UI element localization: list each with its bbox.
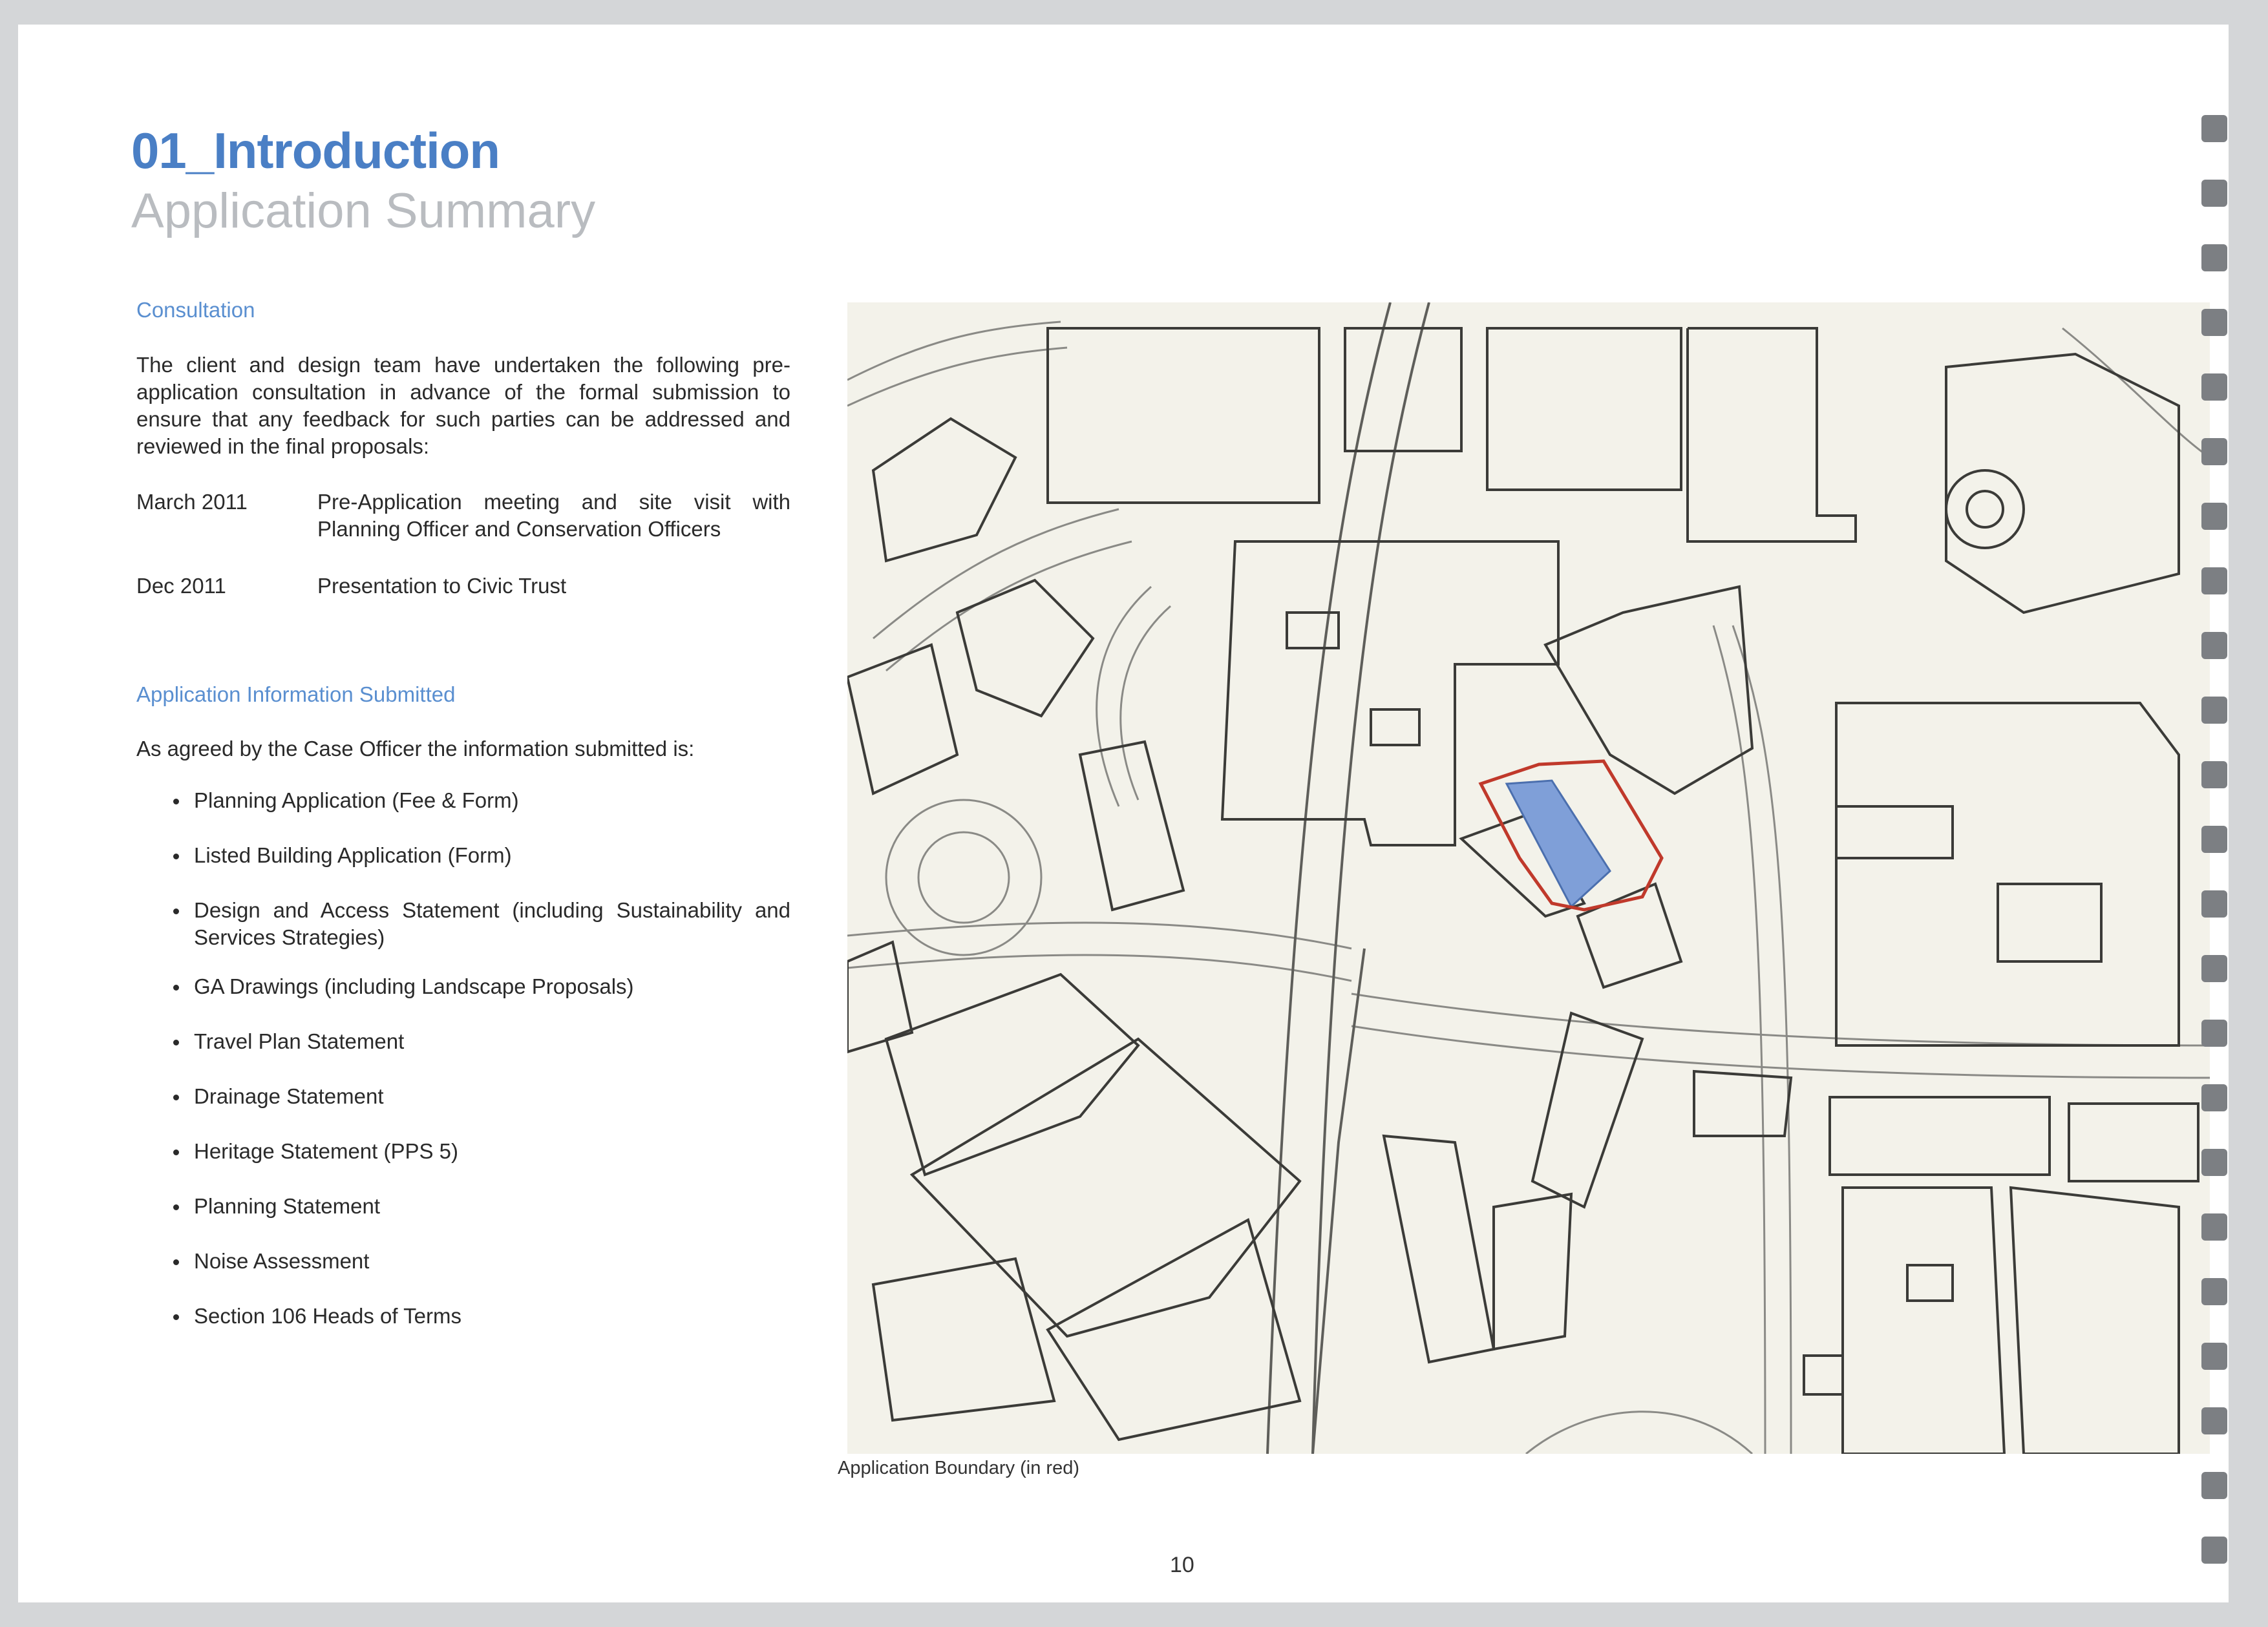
submission-intro: As agreed by the Case Officer the inform… (136, 737, 695, 761)
binding-ring (2201, 1084, 2227, 1111)
binding-ring (2201, 761, 2227, 788)
submission-list: Planning Application (Fee & Form) Listed… (173, 787, 790, 1330)
binding-ring (2201, 890, 2227, 918)
map-drawing (847, 302, 2210, 1454)
page-title: 01_Introduction (131, 122, 500, 179)
consultation-date: March 2011 (136, 490, 248, 514)
binding-ring (2201, 1020, 2227, 1047)
consultation-date: Dec 2011 (136, 574, 226, 598)
list-item: Heritage Statement (PPS 5) (173, 1138, 790, 1165)
list-item: Noise Assessment (173, 1248, 790, 1275)
binding-ring (2201, 115, 2227, 142)
list-item: Planning Statement (173, 1193, 790, 1220)
map-caption: Application Boundary (in red) (838, 1458, 1079, 1478)
binding-ring (2201, 826, 2227, 853)
binding-ring (2201, 373, 2227, 401)
consultation-intro: The client and design team have undertak… (136, 353, 790, 458)
document-page: 01_Introduction Application Summary Cons… (18, 25, 2229, 1602)
binding-ring (2201, 1343, 2227, 1370)
consultation-heading: Consultation (136, 298, 255, 322)
binding-ring (2201, 1149, 2227, 1176)
page-subtitle: Application Summary (131, 184, 596, 238)
consultation-description: Pre-Application meeting and site visit w… (317, 490, 790, 541)
binding-ring (2201, 1407, 2227, 1434)
binding-ring (2201, 1278, 2227, 1305)
list-item: Drainage Statement (173, 1083, 790, 1110)
binding-ring (2201, 1472, 2227, 1499)
binding-ring (2201, 1537, 2227, 1564)
page-number: 10 (1170, 1553, 1194, 1577)
binding-ring (2201, 955, 2227, 982)
list-item: Listed Building Application (Form) (173, 842, 790, 869)
list-item: Design and Access Statement (including S… (173, 897, 790, 951)
binding-ring (2201, 180, 2227, 207)
list-item: Travel Plan Statement (173, 1028, 790, 1055)
list-item: GA Drawings (including Landscape Proposa… (173, 973, 790, 1000)
list-item: Planning Application (Fee & Form) (173, 787, 790, 814)
spiral-binding (2199, 115, 2229, 1627)
binding-ring (2201, 244, 2227, 271)
binding-ring (2201, 632, 2227, 659)
consultation-description: Presentation to Civic Trust (317, 574, 567, 598)
binding-ring (2201, 567, 2227, 594)
binding-ring (2201, 697, 2227, 724)
binding-ring (2201, 1213, 2227, 1241)
binding-ring (2201, 438, 2227, 465)
list-item: Section 106 Heads of Terms (173, 1303, 790, 1330)
application-site-fill (1505, 779, 1611, 908)
binding-ring (2201, 503, 2227, 530)
submission-heading: Application Information Submitted (136, 682, 456, 706)
site-location-map (847, 302, 2210, 1454)
binding-ring (2201, 309, 2227, 336)
